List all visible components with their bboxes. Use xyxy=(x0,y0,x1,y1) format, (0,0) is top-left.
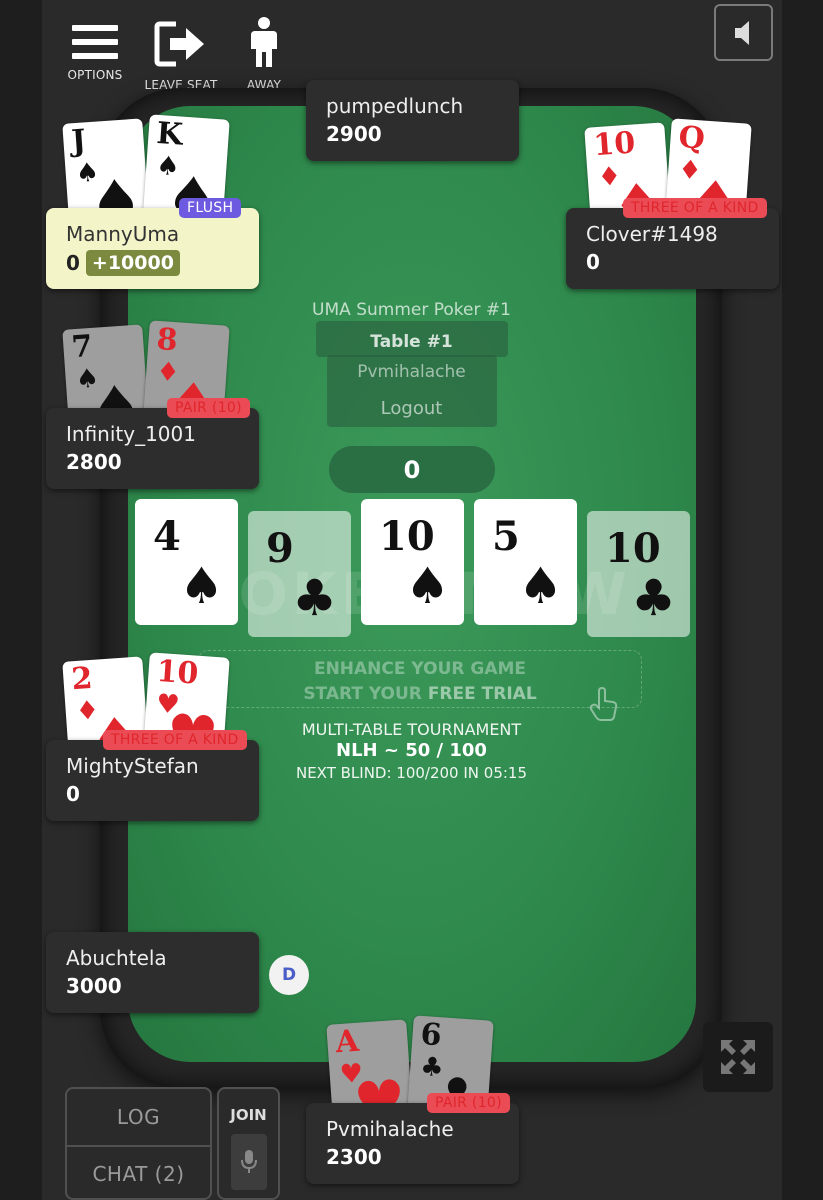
board-card: 10 ♠ xyxy=(361,499,464,625)
log-button[interactable]: LOG xyxy=(67,1089,210,1145)
board-card: 4 ♠ xyxy=(135,499,238,625)
seat-mightystefan[interactable]: THREE OF A KIND MightyStefan 0 xyxy=(46,730,259,821)
board-card: 9 ♣ xyxy=(248,511,351,637)
board-card: 5 ♠ xyxy=(474,499,577,625)
player-name: Clover#1498 xyxy=(586,222,718,246)
seat-clover[interactable]: THREE OF A KIND Clover#1498 0 xyxy=(566,198,779,289)
free-trial-banner[interactable]: ENHANCE YOUR GAME START YOUR FREE TRIAL xyxy=(198,650,642,721)
card-rank: A xyxy=(334,1023,360,1061)
player-chips: 3000 xyxy=(66,974,239,998)
exit-arrow-icon xyxy=(154,21,204,67)
seat-pvmihalache[interactable]: PAIR (10) Pvmihalache 2300 xyxy=(306,1093,519,1184)
chip-count: 2300 xyxy=(326,1145,382,1169)
player-chips: 2800 xyxy=(66,450,239,474)
player-name: MightyStefan xyxy=(66,754,199,778)
player-chips: 0 xyxy=(66,782,239,806)
chip-count: 2900 xyxy=(326,122,382,146)
chip-count: 0 xyxy=(66,782,80,806)
chip-count: 0 xyxy=(586,250,600,274)
board-card: 10 ♣ xyxy=(587,511,690,637)
options-button[interactable]: OPTIONS xyxy=(50,14,140,82)
card-rank: 2 xyxy=(70,660,94,698)
player-chips: 0 +10000 xyxy=(66,250,239,276)
card-rank: 10 xyxy=(155,653,200,692)
card-rank: 5 xyxy=(492,513,520,560)
seat-abuchtela[interactable]: Abuchtela 3000 xyxy=(46,932,259,1013)
hand-badge: PAIR (10) xyxy=(427,1093,510,1113)
card-rank: 10 xyxy=(379,513,435,560)
pointer-hand-icon xyxy=(589,687,618,721)
card-suit: ♠ xyxy=(518,557,563,615)
microphone-button[interactable] xyxy=(230,1134,267,1190)
card-rank: 10 xyxy=(605,525,661,572)
seat-infinity[interactable]: PAIR (10) Infinity_1001 2800 xyxy=(46,398,259,489)
sound-toggle-button[interactable] xyxy=(714,4,773,61)
seat-pumpedlunch[interactable]: pumpedlunch 2900 xyxy=(306,80,519,161)
voice-join-panel[interactable]: JOIN xyxy=(217,1087,280,1200)
player-chips: 2300 xyxy=(326,1145,499,1169)
card-rank: 9 xyxy=(266,525,294,572)
card-rank: 10 xyxy=(592,125,637,164)
microphone-icon xyxy=(240,1150,257,1173)
person-icon xyxy=(251,17,277,67)
enhance-line: ENHANCE YOUR GAME xyxy=(313,659,527,679)
fullscreen-button[interactable] xyxy=(703,1022,773,1092)
win-amount: +10000 xyxy=(85,250,180,276)
player-name: Infinity_1001 xyxy=(66,422,196,446)
hand-badge: THREE OF A KIND xyxy=(623,198,767,218)
join-label: JOIN xyxy=(230,1106,267,1124)
hand-badge: FLUSH xyxy=(179,198,242,218)
tournament-name: UMA Summer Poker #1 xyxy=(312,300,511,320)
card-suit: ♣ xyxy=(292,569,337,627)
chip-count: 2800 xyxy=(66,450,122,474)
pot-amount: 0 xyxy=(329,446,495,493)
away-button[interactable]: AWAY xyxy=(219,14,309,92)
card-suit: ♠ xyxy=(179,557,224,615)
card-suit: ♣ xyxy=(631,569,676,627)
fullscreen-icon xyxy=(721,1040,755,1074)
card-rank: K xyxy=(155,115,184,153)
card-rank: J xyxy=(70,123,87,160)
card-rank: 4 xyxy=(153,513,181,560)
seat-mannyuma[interactable]: FLUSH MannyUma 0 +10000 xyxy=(46,198,259,289)
card-rank: 6 xyxy=(419,1016,443,1054)
card-rank: Q xyxy=(677,119,706,157)
trial-line: START YOUR FREE TRIAL xyxy=(199,682,641,707)
card-suit: ♠ xyxy=(405,557,450,615)
player-chips: 2900 xyxy=(326,122,499,146)
hand-badge: PAIR (10) xyxy=(167,398,250,418)
trial-prefix: START YOUR xyxy=(303,684,428,704)
chip-count: 3000 xyxy=(66,974,122,998)
hamburger-icon xyxy=(72,22,118,62)
trial-bold: FREE TRIAL xyxy=(427,684,537,704)
card-rank: 8 xyxy=(155,321,179,359)
player-name: Pvmihalache xyxy=(326,1117,454,1141)
chat-button[interactable]: CHAT (2) xyxy=(67,1145,210,1200)
hand-badge: THREE OF A KIND xyxy=(103,730,247,750)
player-name: pumpedlunch xyxy=(326,94,464,118)
player-name: Abuchtela xyxy=(66,946,167,970)
chip-count: 0 xyxy=(66,251,80,275)
player-chips: 0 xyxy=(586,250,759,274)
options-label: OPTIONS xyxy=(67,68,123,82)
player-name: MannyUma xyxy=(66,222,180,246)
card-rank: 7 xyxy=(70,328,94,366)
log-chat-panel: LOG CHAT (2) xyxy=(65,1087,212,1200)
dealer-button: D xyxy=(269,955,309,995)
leave-seat-button[interactable]: LEAVE SEAT xyxy=(136,14,226,92)
speaker-icon xyxy=(734,20,749,45)
